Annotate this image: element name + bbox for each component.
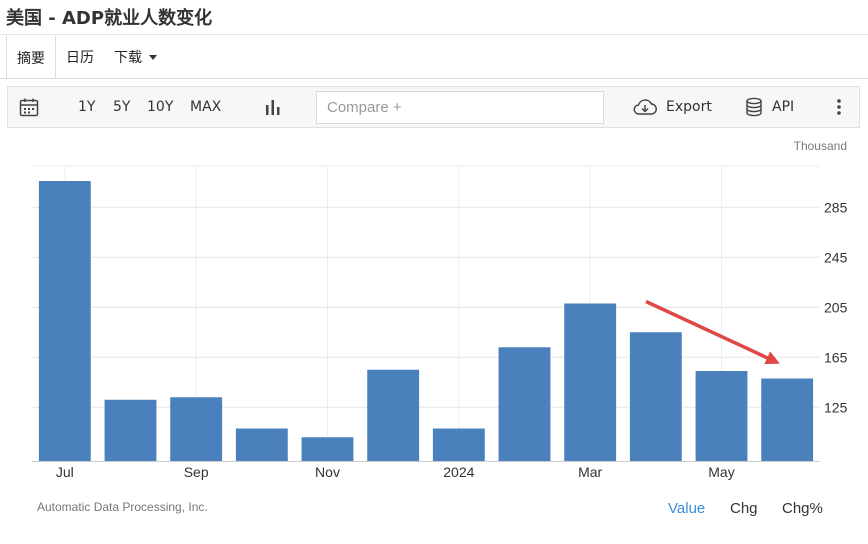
bar-oct[interactable] [235, 428, 288, 462]
bar-dec[interactable] [367, 369, 420, 461]
more-vertical-icon[interactable] [836, 87, 842, 127]
cloud-download-icon [633, 99, 657, 115]
tab-bar: 摘要 日历 下载 [6, 36, 167, 79]
tab-summary-label: 摘要 [17, 50, 45, 67]
x-tick-label: May [708, 464, 734, 480]
mode-value-button[interactable]: Value [668, 500, 705, 517]
adp-bar-chart: Thousand Jul Sep Nov 2024 Mar May 125 165 205 24… [32, 139, 848, 480]
bar-apr[interactable] [629, 332, 682, 461]
bar-may[interactable] [695, 371, 748, 461]
range-5y-button[interactable]: 5Y [113, 87, 130, 127]
chart-toolbar: 1Y 5Y 10Y MAX Export API [7, 86, 860, 128]
api-label: API [772, 99, 795, 115]
range-max-button[interactable]: MAX [190, 87, 221, 127]
y-tick-label: 245 [824, 249, 848, 265]
x-tick-label: Jul [56, 464, 74, 480]
export-button[interactable]: Export [632, 87, 712, 127]
mode-chg-percent-button[interactable]: Chg% [782, 500, 823, 517]
x-axis-ticks: Jul Sep Nov 2024 Mar May [56, 464, 735, 480]
y-axis-ticks: 125 165 205 245 285 [824, 199, 848, 415]
y-tick-label: 285 [824, 199, 848, 215]
bar-feb[interactable] [498, 347, 551, 461]
compare-input[interactable] [316, 91, 604, 124]
x-tick-label: Sep [184, 464, 209, 480]
mode-chg-button[interactable]: Chg [730, 500, 758, 517]
page-title: 美国 - ADP就业人数变化 [6, 8, 213, 29]
api-button[interactable]: API [745, 87, 794, 127]
bar-aug[interactable] [104, 399, 157, 461]
x-tick-label: Mar [578, 464, 602, 480]
y-tick-label: 165 [824, 349, 848, 365]
y-tick-label: 125 [824, 399, 848, 415]
range-1y-button[interactable]: 1Y [78, 87, 95, 127]
bar-chart-icon[interactable] [265, 87, 281, 127]
x-tick-label: 2024 [443, 464, 474, 480]
chart-bars [38, 181, 814, 462]
title-divider [0, 34, 868, 35]
chart-area: Thousand Jul Sep Nov 2024 Mar May 125 165 205 24… [0, 128, 868, 544]
tab-download[interactable]: 下载 [104, 36, 167, 78]
tabs-divider [0, 78, 868, 79]
database-icon [746, 97, 762, 117]
calendar-icon[interactable] [19, 87, 39, 127]
bar-nov[interactable] [301, 437, 354, 461]
export-label: Export [666, 99, 712, 115]
data-source: Automatic Data Processing, Inc. [37, 500, 208, 514]
y-tick-label: 205 [824, 299, 848, 315]
bar-mar[interactable] [564, 303, 617, 462]
x-tick-label: Nov [315, 464, 340, 480]
bar-sep[interactable] [170, 397, 223, 461]
tab-summary[interactable]: 摘要 [6, 36, 56, 79]
bar-2024[interactable] [432, 428, 485, 462]
caret-down-icon [149, 54, 157, 60]
bar-jun[interactable] [761, 378, 814, 462]
tab-calendar-label: 日历 [66, 50, 94, 66]
tab-calendar[interactable]: 日历 [56, 36, 104, 78]
y-axis-unit-label: Thousand [794, 139, 847, 153]
range-10y-button[interactable]: 10Y [147, 87, 173, 127]
tab-download-label: 下载 [114, 50, 142, 66]
bar-jul[interactable] [38, 181, 91, 461]
